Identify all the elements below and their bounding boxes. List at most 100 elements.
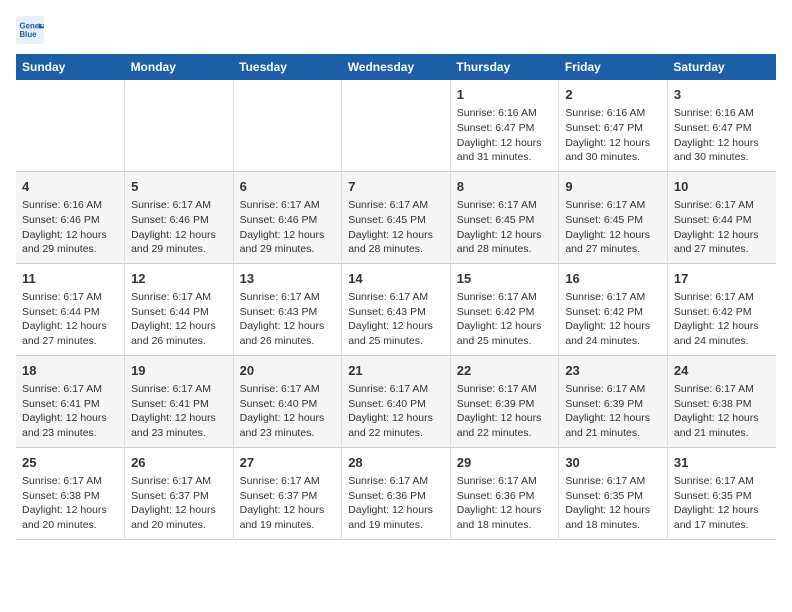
- calendar-week-row: 11 Sunrise: 6:17 AM Sunset: 6:44 PM Dayli…: [16, 263, 776, 355]
- day-info: Sunrise: 6:16 AM Sunset: 6:47 PM Dayligh…: [457, 106, 553, 165]
- day-info: Sunrise: 6:17 AM Sunset: 6:44 PM Dayligh…: [674, 198, 770, 257]
- header-thursday: Thursday: [450, 54, 559, 80]
- day-number: 4: [22, 178, 118, 196]
- calendar-cell: [16, 80, 125, 171]
- day-number: 22: [457, 362, 553, 380]
- day-number: 18: [22, 362, 118, 380]
- day-info: Sunrise: 6:17 AM Sunset: 6:42 PM Dayligh…: [565, 290, 661, 349]
- day-number: 1: [457, 86, 553, 104]
- day-info: Sunrise: 6:17 AM Sunset: 6:46 PM Dayligh…: [240, 198, 336, 257]
- calendar-cell: 3Sunrise: 6:16 AM Sunset: 6:47 PM Daylig…: [667, 80, 776, 171]
- day-number: 27: [240, 454, 336, 472]
- day-info: Sunrise: 6:17 AM Sunset: 6:44 PM Dayligh…: [22, 290, 118, 349]
- svg-text:Blue: Blue: [20, 30, 38, 39]
- day-info: Sunrise: 6:17 AM Sunset: 6:35 PM Dayligh…: [565, 474, 661, 533]
- logo-icon: General Blue: [16, 16, 44, 44]
- day-number: 24: [674, 362, 770, 380]
- day-info: Sunrise: 6:17 AM Sunset: 6:38 PM Dayligh…: [674, 382, 770, 441]
- calendar-cell: 29 Sunrise: 6:17 AM Sunset: 6:36 PM Dayli…: [450, 447, 559, 539]
- calendar-table: Sunday Monday Tuesday Wednesday Thursday…: [16, 54, 776, 540]
- day-number: 26: [131, 454, 227, 472]
- calendar-week-row: 1 Sunrise: 6:16 AM Sunset: 6:47 PM Daylig…: [16, 80, 776, 171]
- day-info: Sunrise: 6:17 AM Sunset: 6:39 PM Dayligh…: [457, 382, 553, 441]
- header-monday: Monday: [125, 54, 234, 80]
- calendar-body: 1 Sunrise: 6:16 AM Sunset: 6:47 PM Daylig…: [16, 80, 776, 539]
- day-info: Sunrise: 6:17 AM Sunset: 6:46 PM Dayligh…: [131, 198, 227, 257]
- header-tuesday: Tuesday: [233, 54, 342, 80]
- calendar-cell: 19Sunrise: 6:17 AM Sunset: 6:41 PM Dayli…: [125, 355, 234, 447]
- day-number: 25: [22, 454, 118, 472]
- day-number: 10: [674, 178, 770, 196]
- page-header: General Blue: [16, 16, 776, 44]
- day-number: 2: [565, 86, 661, 104]
- calendar-cell: 7 Sunrise: 6:17 AM Sunset: 6:45 PM Daylig…: [342, 171, 451, 263]
- calendar-cell: 17Sunrise: 6:17 AM Sunset: 6:42 PM Dayli…: [667, 263, 776, 355]
- calendar-cell: 4 Sunrise: 6:16 AM Sunset: 6:46 PM Daylig…: [16, 171, 125, 263]
- day-info: Sunrise: 6:17 AM Sunset: 6:35 PM Dayligh…: [674, 474, 770, 533]
- day-info: Sunrise: 6:17 AM Sunset: 6:36 PM Dayligh…: [457, 474, 553, 533]
- calendar-cell: [125, 80, 234, 171]
- calendar-week-row: 25Sunrise: 6:17 AM Sunset: 6:38 PM Dayli…: [16, 447, 776, 539]
- calendar-cell: 22 Sunrise: 6:17 AM Sunset: 6:39 PM Dayli…: [450, 355, 559, 447]
- day-number: 30: [565, 454, 661, 472]
- weekday-header-row: Sunday Monday Tuesday Wednesday Thursday…: [16, 54, 776, 80]
- day-number: 13: [240, 270, 336, 288]
- day-info: Sunrise: 6:17 AM Sunset: 6:40 PM Dayligh…: [348, 382, 444, 441]
- calendar-cell: 21 Sunrise: 6:17 AM Sunset: 6:40 PM Dayli…: [342, 355, 451, 447]
- day-number: 20: [240, 362, 336, 380]
- day-number: 28: [348, 454, 444, 472]
- header-wednesday: Wednesday: [342, 54, 451, 80]
- header-saturday: Saturday: [667, 54, 776, 80]
- day-info: Sunrise: 6:17 AM Sunset: 6:41 PM Dayligh…: [22, 382, 118, 441]
- calendar-week-row: 4 Sunrise: 6:16 AM Sunset: 6:46 PM Daylig…: [16, 171, 776, 263]
- day-number: 7: [348, 178, 444, 196]
- day-info: Sunrise: 6:16 AM Sunset: 6:46 PM Dayligh…: [22, 198, 118, 257]
- day-number: 17: [674, 270, 770, 288]
- calendar-cell: 20 Sunrise: 6:17 AM Sunset: 6:40 PM Dayli…: [233, 355, 342, 447]
- day-info: Sunrise: 6:17 AM Sunset: 6:44 PM Dayligh…: [131, 290, 227, 349]
- day-info: Sunrise: 6:17 AM Sunset: 6:39 PM Dayligh…: [565, 382, 661, 441]
- day-info: Sunrise: 6:17 AM Sunset: 6:45 PM Dayligh…: [348, 198, 444, 257]
- day-info: Sunrise: 6:17 AM Sunset: 6:43 PM Dayligh…: [348, 290, 444, 349]
- day-info: Sunrise: 6:17 AM Sunset: 6:40 PM Dayligh…: [240, 382, 336, 441]
- day-number: 8: [457, 178, 553, 196]
- calendar-cell: 28 Sunrise: 6:17 AM Sunset: 6:36 PM Dayli…: [342, 447, 451, 539]
- day-number: 29: [457, 454, 553, 472]
- calendar-cell: 12 Sunrise: 6:17 AM Sunset: 6:44 PM Dayli…: [125, 263, 234, 355]
- calendar-cell: 18 Sunrise: 6:17 AM Sunset: 6:41 PM Dayli…: [16, 355, 125, 447]
- calendar-cell: 15 Sunrise: 6:17 AM Sunset: 6:42 PM Dayli…: [450, 263, 559, 355]
- header-friday: Friday: [559, 54, 668, 80]
- calendar-cell: 25Sunrise: 6:17 AM Sunset: 6:38 PM Dayli…: [16, 447, 125, 539]
- day-info: Sunrise: 6:17 AM Sunset: 6:42 PM Dayligh…: [457, 290, 553, 349]
- header-sunday: Sunday: [16, 54, 125, 80]
- day-number: 21: [348, 362, 444, 380]
- day-info: Sunrise: 6:17 AM Sunset: 6:36 PM Dayligh…: [348, 474, 444, 533]
- calendar-cell: 9Sunrise: 6:17 AM Sunset: 6:45 PM Daylig…: [559, 171, 668, 263]
- logo: General Blue: [16, 16, 48, 44]
- calendar-cell: 6 Sunrise: 6:17 AM Sunset: 6:46 PM Daylig…: [233, 171, 342, 263]
- day-number: 16: [565, 270, 661, 288]
- calendar-cell: [342, 80, 451, 171]
- calendar-header: Sunday Monday Tuesday Wednesday Thursday…: [16, 54, 776, 80]
- calendar-cell: 8Sunrise: 6:17 AM Sunset: 6:45 PM Daylig…: [450, 171, 559, 263]
- day-number: 12: [131, 270, 227, 288]
- calendar-cell: 10 Sunrise: 6:17 AM Sunset: 6:44 PM Dayli…: [667, 171, 776, 263]
- calendar-cell: 2Sunrise: 6:16 AM Sunset: 6:47 PM Daylig…: [559, 80, 668, 171]
- day-info: Sunrise: 6:17 AM Sunset: 6:41 PM Dayligh…: [131, 382, 227, 441]
- calendar-cell: 23 Sunrise: 6:17 AM Sunset: 6:39 PM Dayli…: [559, 355, 668, 447]
- day-number: 11: [22, 270, 118, 288]
- calendar-cell: 11 Sunrise: 6:17 AM Sunset: 6:44 PM Dayli…: [16, 263, 125, 355]
- calendar-cell: 16 Sunrise: 6:17 AM Sunset: 6:42 PM Dayli…: [559, 263, 668, 355]
- day-number: 15: [457, 270, 553, 288]
- day-number: 14: [348, 270, 444, 288]
- calendar-cell: 5 Sunrise: 6:17 AM Sunset: 6:46 PM Daylig…: [125, 171, 234, 263]
- day-info: Sunrise: 6:16 AM Sunset: 6:47 PM Dayligh…: [674, 106, 770, 165]
- day-number: 5: [131, 178, 227, 196]
- day-number: 23: [565, 362, 661, 380]
- calendar-cell: [233, 80, 342, 171]
- calendar-cell: 31Sunrise: 6:17 AM Sunset: 6:35 PM Dayli…: [667, 447, 776, 539]
- calendar-cell: 14 Sunrise: 6:17 AM Sunset: 6:43 PM Dayli…: [342, 263, 451, 355]
- day-number: 6: [240, 178, 336, 196]
- day-info: Sunrise: 6:17 AM Sunset: 6:45 PM Dayligh…: [565, 198, 661, 257]
- day-info: Sunrise: 6:17 AM Sunset: 6:37 PM Dayligh…: [240, 474, 336, 533]
